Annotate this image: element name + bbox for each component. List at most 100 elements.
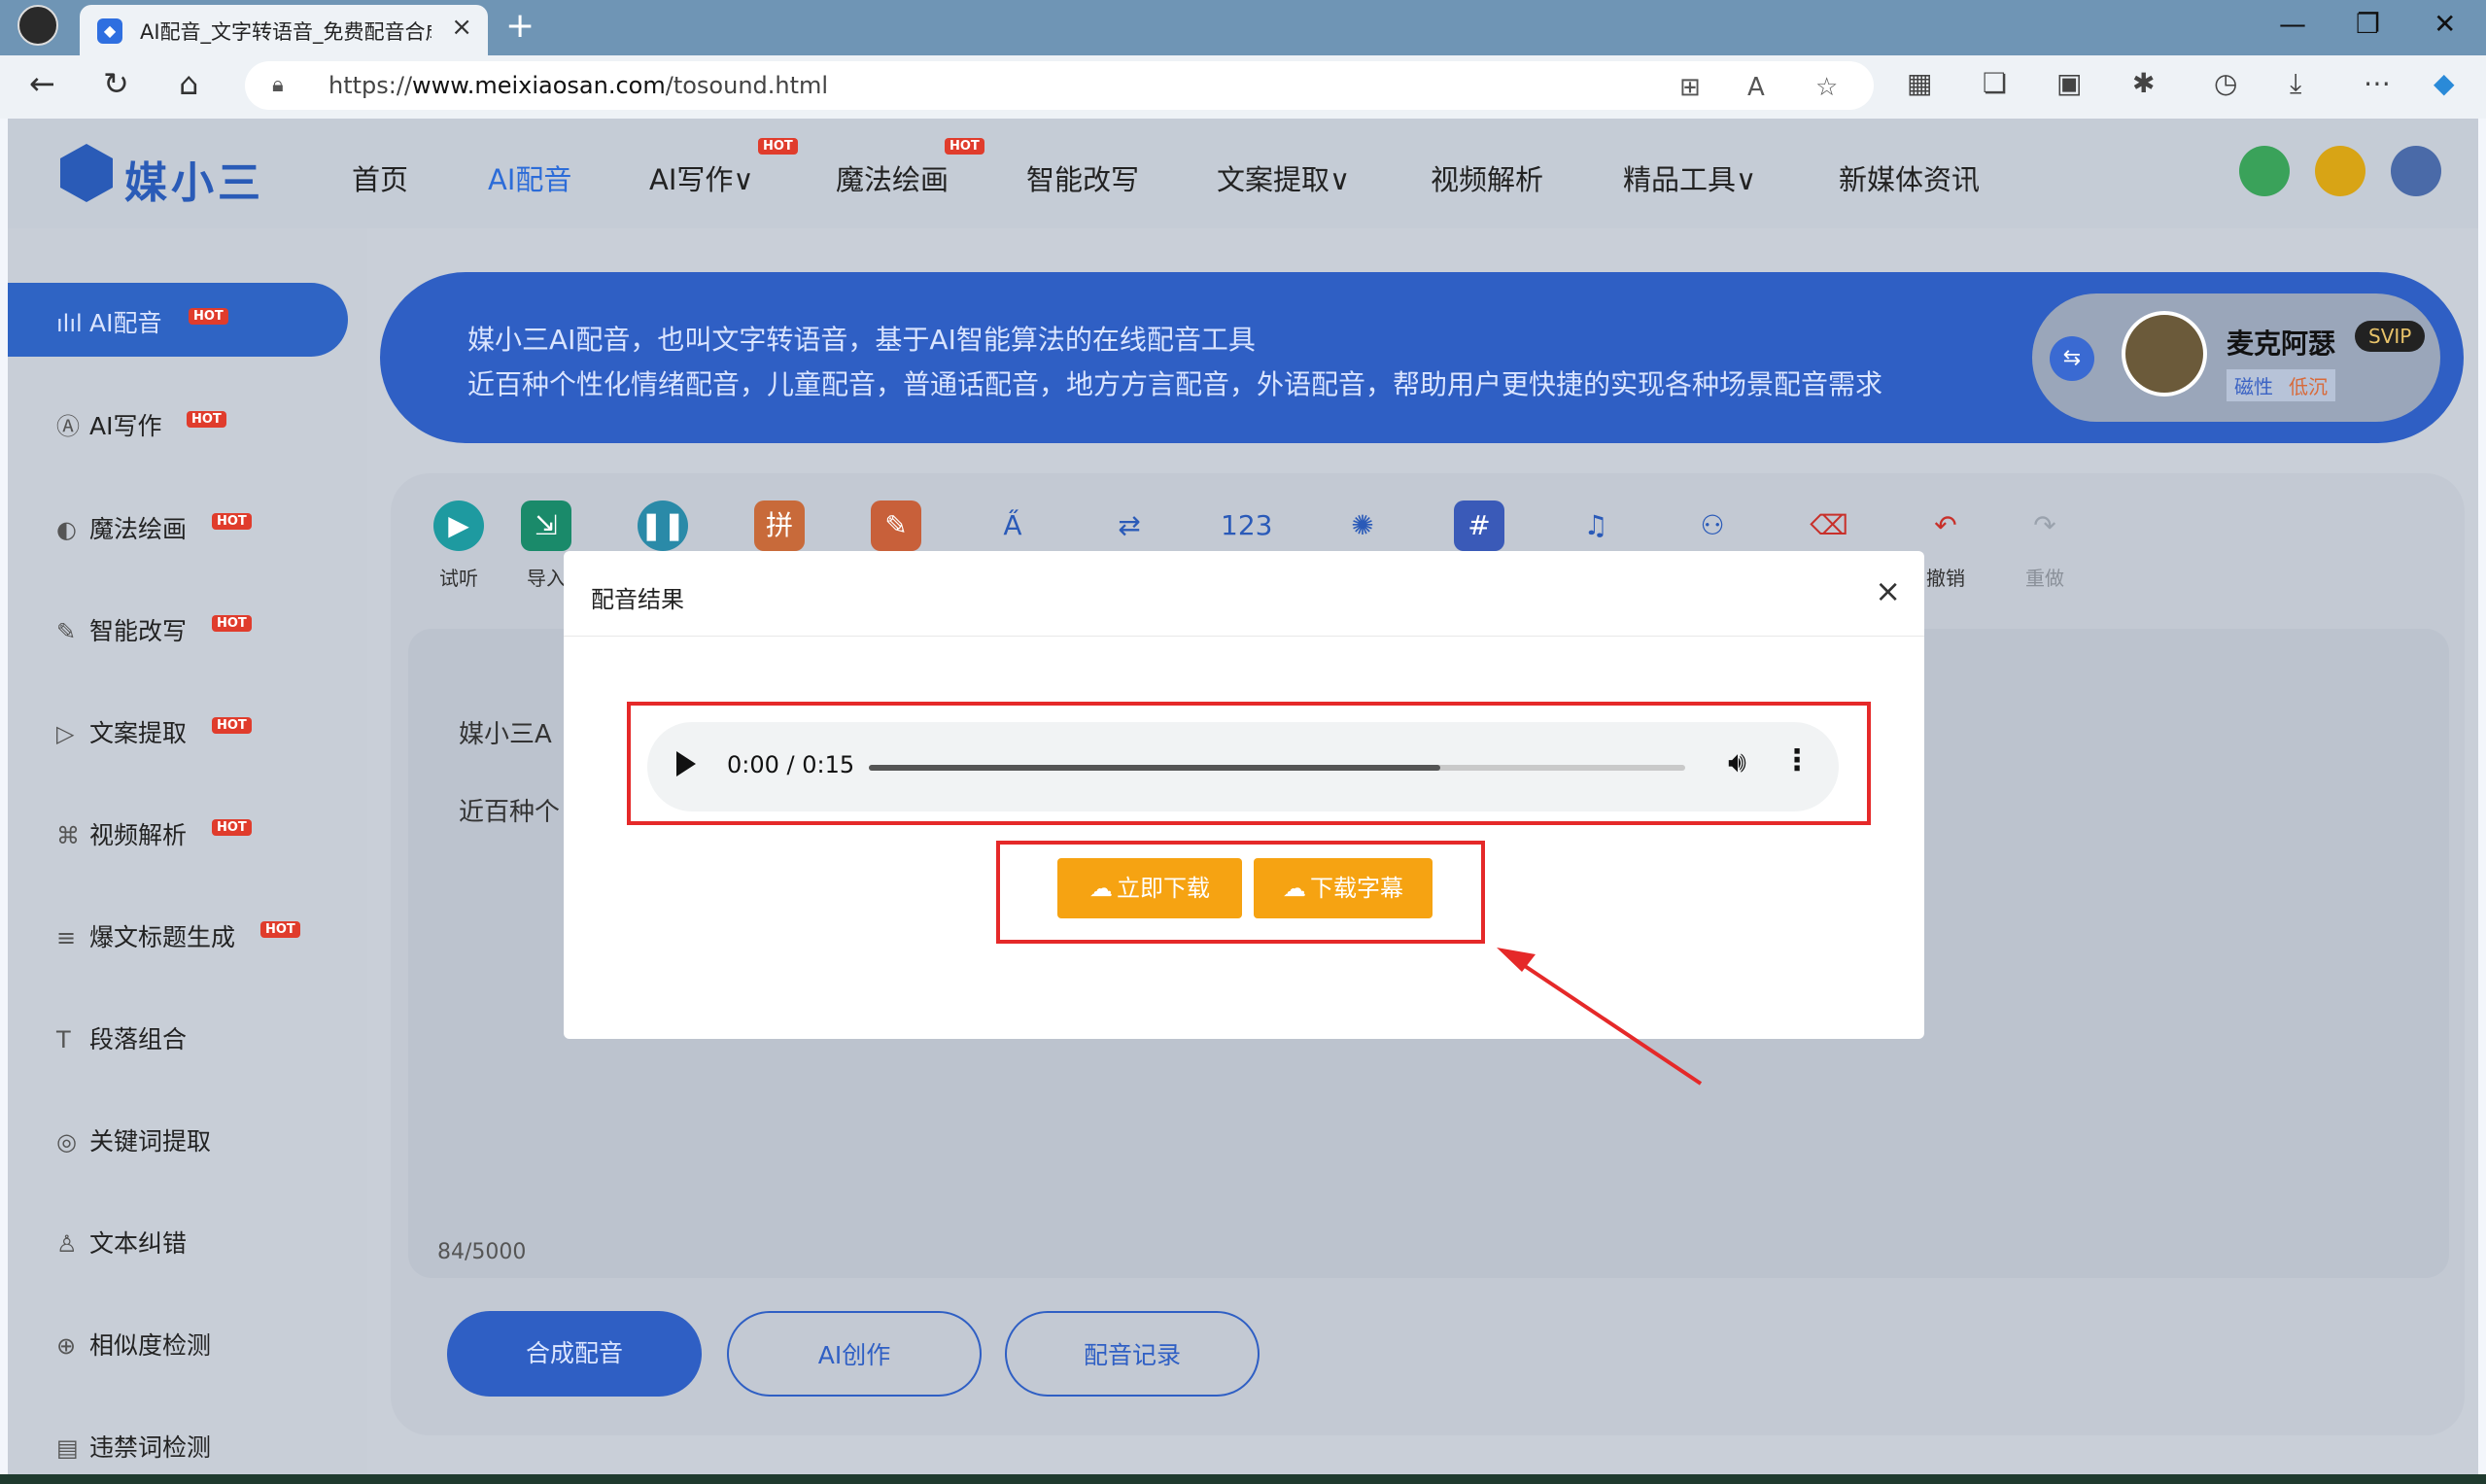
top-nav: 媒小三 首页 AI配音 AI写作∨ HOT 魔法绘画 HOT 智能改写 文案提取… (8, 119, 2478, 228)
dialog-title: 配音结果 (591, 586, 684, 613)
site-logo[interactable]: 媒小三 (60, 144, 264, 208)
sidebar-item-text-correct[interactable]: ♙ 文本纠错 (56, 1225, 187, 1260)
nav-tools[interactable]: 精品工具∨ (1623, 157, 1756, 198)
sidebar-item-title-gen[interactable]: ≡ 爆文标题生成 (56, 918, 235, 953)
tab-close-icon[interactable]: × (451, 13, 472, 42)
download-audio-button[interactable]: ☁ 立即下载 (1057, 858, 1242, 918)
audio-time: 0:00 / 0:15 (727, 751, 855, 778)
sidebar-item-similarity[interactable]: ⊕ 相似度检测 (56, 1327, 211, 1362)
hot-badge: HOT (187, 411, 226, 428)
import-icon: ⇲ (521, 500, 571, 551)
play-box-icon: ▷ (56, 720, 75, 747)
favorite-star-icon[interactable]: ☆ (1815, 73, 1838, 102)
video-parse-icon: ⌘ (56, 822, 80, 849)
dub-records-button[interactable]: 配音记录 (1005, 1311, 1260, 1397)
new-tab-icon[interactable]: + (505, 6, 535, 46)
tool-translate[interactable]: A̋ (984, 500, 1042, 551)
translate-tool-icon: A̋ (1003, 509, 1022, 541)
nav-ai-writing[interactable]: AI写作∨ (649, 157, 754, 198)
editor-line: 媒小三A (459, 720, 552, 749)
edit-icon: ✎ (56, 618, 77, 645)
cloud-download-icon: ☁ (1283, 875, 1306, 902)
more-menu-icon[interactable]: ⋯ (2364, 67, 2391, 99)
sidebar: ılıl AI配音 Ⓐ AI写作 ◐ 魔法绘画 ✎ 智能改写 ▷ 文案提取 ⌘ 视频解析 ≡… (8, 228, 367, 1474)
collections-icon[interactable]: ❏ (1983, 67, 2007, 99)
audio-progress-track[interactable] (869, 765, 1685, 771)
tool-replace[interactable]: ⇄ (1100, 500, 1158, 551)
voice-selector[interactable]: ⇆ 麦克阿瑟 SVIP 磁性 低沉 (2032, 293, 2440, 422)
sidebar-item-ai-dubbing[interactable]: ılıl AI配音 (56, 304, 161, 339)
synthesize-button[interactable]: 合成配音 (447, 1311, 702, 1397)
nav-home[interactable]: 首页 (352, 157, 408, 198)
notification-bell-icon[interactable] (2239, 146, 2290, 196)
nav-ai-dubbing[interactable]: AI配音 (488, 157, 571, 198)
tool-label: 撤销 (1926, 567, 1965, 590)
nav-magic-paint[interactable]: 魔法绘画 (836, 157, 949, 198)
editor-line: 近百种个 (459, 798, 561, 827)
tool-music[interactable]: ♫ (1567, 500, 1625, 551)
replace-icon: ⇄ (1118, 509, 1141, 541)
broom-icon: ⌫ (1810, 509, 1848, 541)
sidebar-item-keywords[interactable]: ◎ 关键词提取 (56, 1122, 211, 1157)
close-window-icon[interactable]: ✕ (2434, 8, 2456, 40)
ai-create-button[interactable]: AI创作 (727, 1311, 982, 1397)
sidebar-item-paragraph[interactable]: T 段落组合 (56, 1020, 187, 1055)
browser-tab[interactable]: ◆ AI配音_文字转语音_免费配音合成 × (80, 5, 488, 55)
copilot-icon[interactable]: ◆ (2434, 67, 2455, 99)
correct-icon: ♙ (56, 1230, 78, 1258)
title-icon: ≡ (56, 924, 77, 951)
translate-icon[interactable]: ▣ (2056, 67, 2082, 99)
home-icon[interactable]: ⌂ (179, 65, 198, 102)
sidebar-item-ai-writing[interactable]: Ⓐ AI写作 (56, 407, 161, 442)
hot-badge: HOT (260, 921, 300, 938)
tool-pinyin[interactable]: 拼 (750, 500, 809, 551)
hot-badge: HOT (212, 717, 252, 734)
nav-video-parse[interactable]: 视频解析 (1431, 157, 1543, 198)
tool-number[interactable]: 123 (1217, 500, 1275, 551)
tool-multi-voice[interactable]: ⚇ (1683, 500, 1742, 551)
read-aloud-icon[interactable]: A (1747, 73, 1765, 102)
vip-crown-icon[interactable] (2315, 146, 2365, 196)
tool-redo[interactable]: ↷ 重做 (2016, 500, 2074, 591)
tool-listen[interactable]: ▶ 试听 (430, 500, 488, 591)
back-icon[interactable]: ← (29, 65, 55, 102)
more-options-icon[interactable]: ⋮ (1782, 743, 1812, 777)
extensions-icon[interactable]: ✱ (2132, 67, 2155, 99)
download-subtitle-button[interactable]: ☁ 下载字幕 (1254, 858, 1433, 918)
sidebar-item-banned-words[interactable]: ▤ 违禁词检测 (56, 1429, 211, 1464)
undo-icon: ↶ (1934, 509, 1957, 541)
voice-name: 麦克阿瑟 (2227, 328, 2336, 360)
download-icon[interactable]: ⤓ (2290, 67, 2301, 100)
sidebar-item-magic-paint[interactable]: ◐ 魔法绘画 (56, 510, 187, 545)
tool-undo[interactable]: ↶ 撤销 (1916, 500, 1975, 591)
profile-avatar[interactable] (17, 5, 58, 46)
switch-voice-icon[interactable]: ⇆ (2050, 336, 2094, 381)
music-file-icon: ♫ (1583, 509, 1608, 541)
app-icon[interactable]: ⊞ (1679, 73, 1701, 102)
history-icon[interactable]: ◷ (2214, 67, 2237, 99)
extension-off-icon[interactable]: ▦ (1907, 67, 1932, 99)
restore-icon[interactable]: ❐ (2356, 8, 2380, 40)
dialog-close-icon[interactable]: × (1875, 572, 1901, 609)
tool-effect[interactable]: ✺ (1333, 500, 1392, 551)
nav-rewrite[interactable]: 智能改写 (1026, 157, 1139, 198)
voice-avatar (2122, 311, 2207, 397)
refresh-icon[interactable]: ↻ (103, 65, 129, 102)
volume-icon[interactable]: 🔊︎ (1728, 745, 1746, 779)
url-field[interactable]: 🔒︎ https://www.meixiaosan.com/tosound.ht… (245, 61, 1874, 110)
tool-tag[interactable]: # (1450, 500, 1508, 551)
sidebar-item-rewrite[interactable]: ✎ 智能改写 (56, 612, 187, 647)
intro-banner: 媒小三AI配音，也叫文字转语音，基于AI智能算法的在线配音工具 近百种个性化情绪… (380, 272, 2464, 443)
sidebar-item-video-parse[interactable]: ⌘ 视频解析 (56, 816, 187, 851)
tool-edit[interactable]: ✎ (867, 500, 925, 551)
nav-news[interactable]: 新媒体资讯 (1839, 157, 1980, 198)
tool-clear[interactable]: ⌫ (1800, 500, 1858, 551)
nav-copy-extract[interactable]: 文案提取∨ (1217, 157, 1350, 198)
minimize-icon[interactable]: — (2279, 8, 2306, 40)
audio-player[interactable]: 0:00 / 0:15 🔊︎ ⋮ (647, 722, 1839, 811)
audio-progress-fill (869, 765, 1440, 771)
play-icon[interactable] (676, 751, 696, 777)
tool-pause[interactable]: ❚❚ (634, 500, 692, 551)
user-avatar[interactable] (2391, 146, 2441, 196)
sidebar-item-copy-extract[interactable]: ▷ 文案提取 (56, 714, 187, 749)
